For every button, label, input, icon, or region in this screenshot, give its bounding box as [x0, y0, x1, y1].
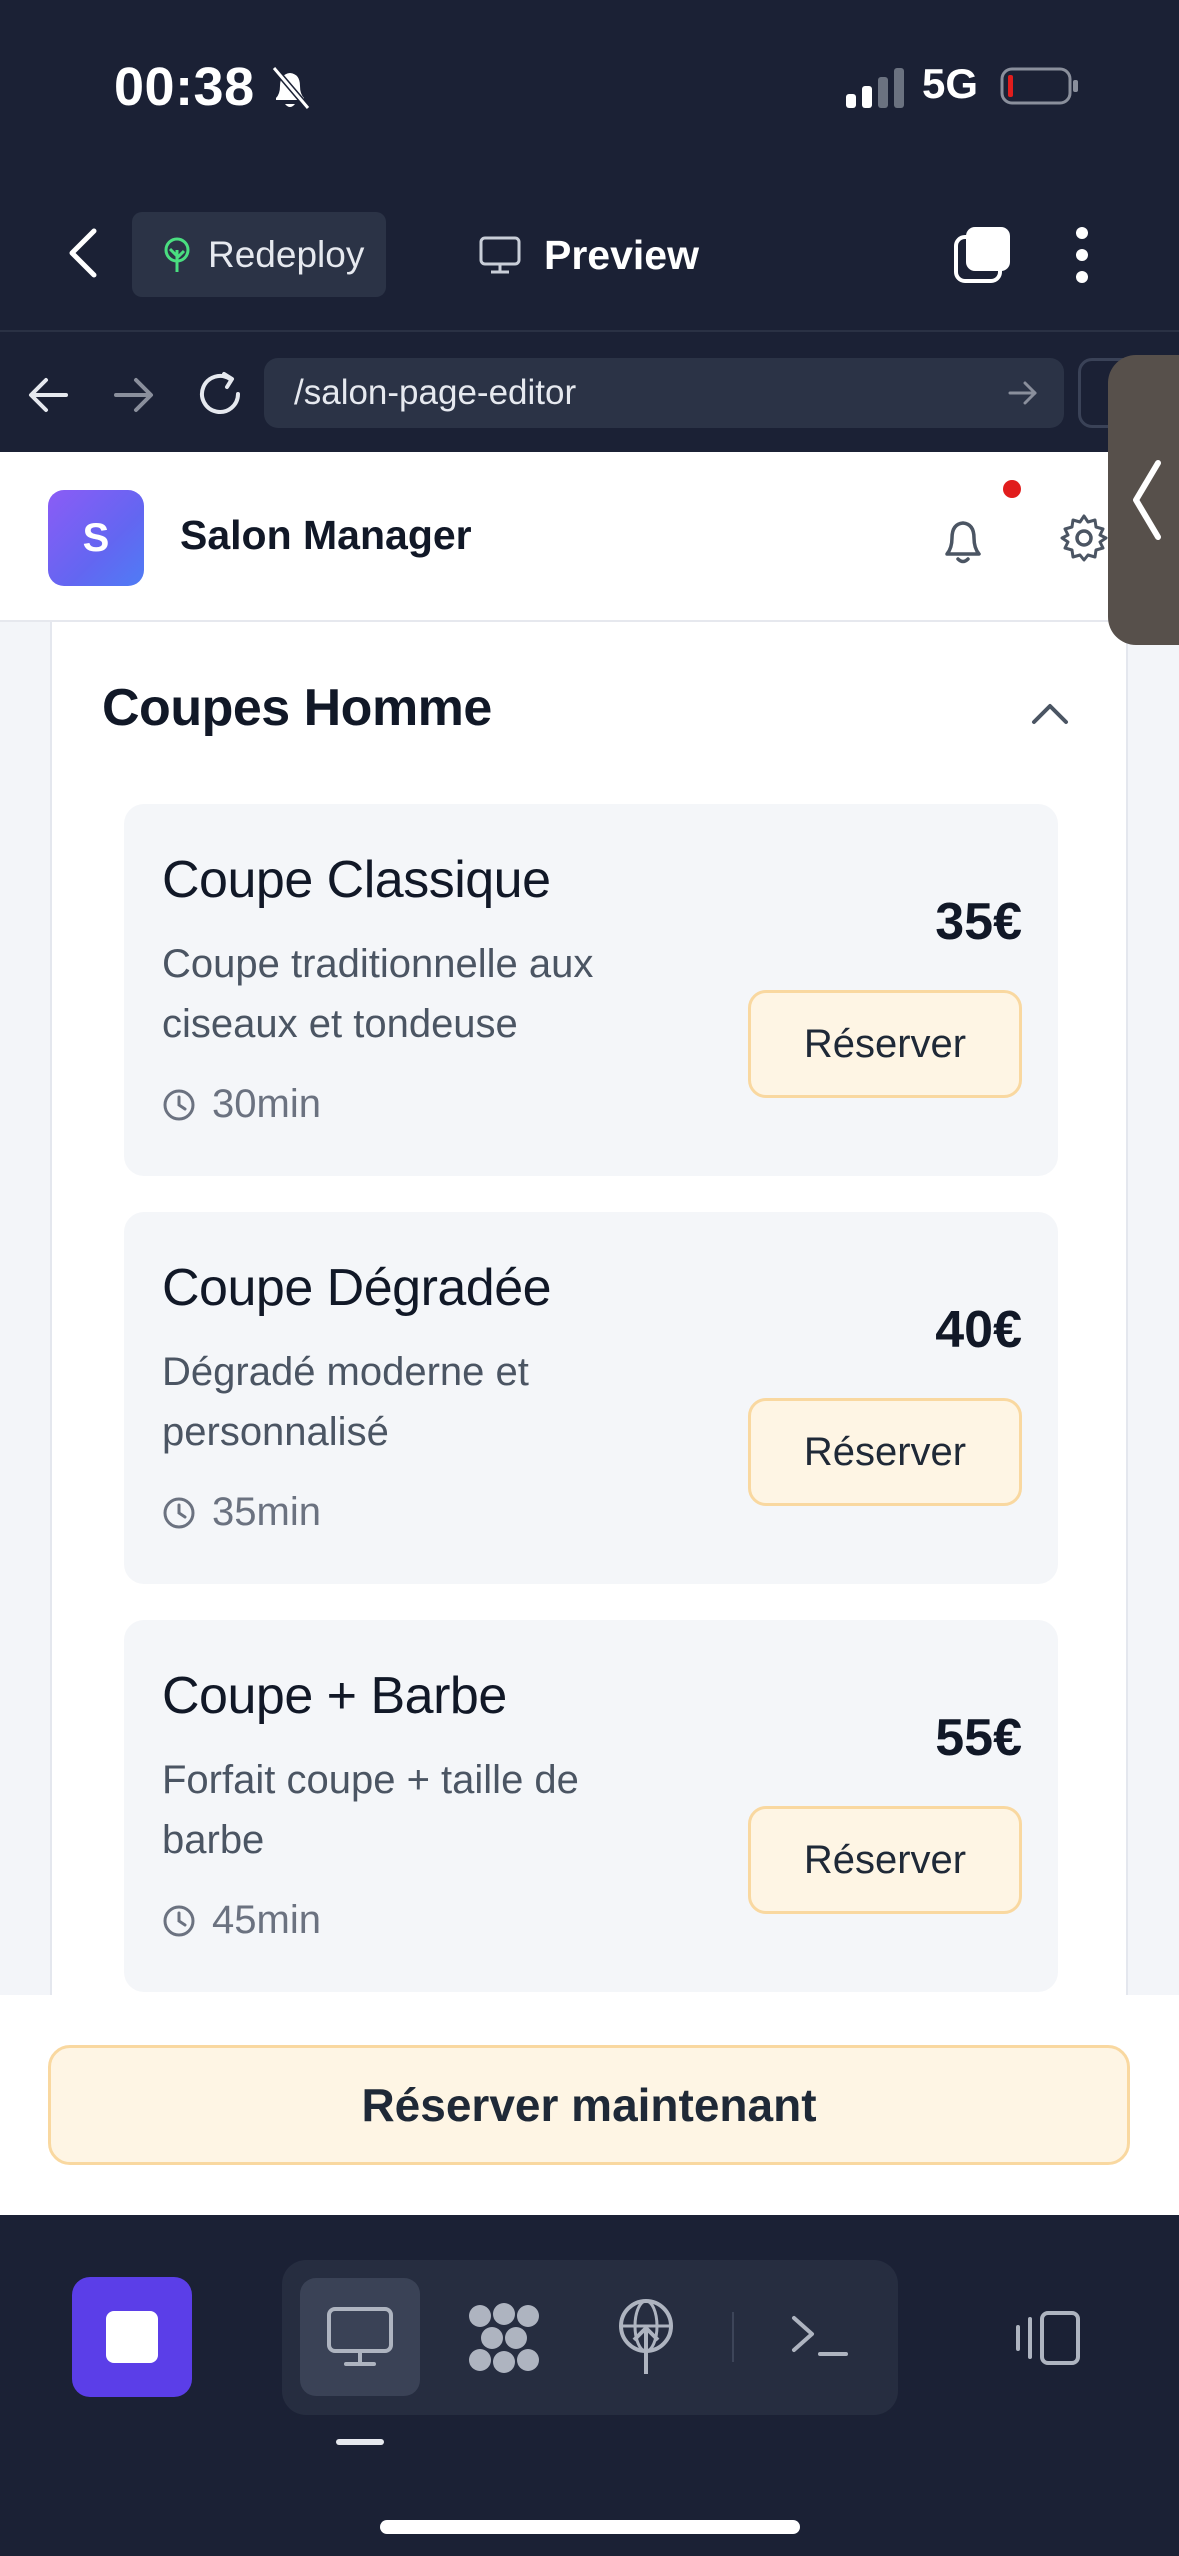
- signal-icon: [846, 68, 904, 108]
- service-section: Coupes Homme Coupe Classique Coupe tradi…: [50, 622, 1128, 2215]
- home-indicator: [380, 2520, 800, 2534]
- battery-icon: [1000, 67, 1078, 105]
- preview-tool-button[interactable]: [300, 2278, 420, 2396]
- clock-icon: [163, 1905, 195, 1936]
- tabs-icon[interactable]: [952, 223, 1014, 285]
- web-preview: Coupes Homme Coupe Classique Coupe tradi…: [0, 452, 1179, 2215]
- service-price: 35€: [935, 893, 1022, 951]
- browser-url-row: /salon-page-editor: [0, 330, 1179, 452]
- terminal-icon[interactable]: [790, 2314, 850, 2360]
- service-name: Coupe Classique: [162, 851, 551, 909]
- cta-bar: Réserver maintenant: [0, 1995, 1179, 2215]
- chevron-left-icon: [1133, 460, 1161, 540]
- clock-icon: [163, 1497, 195, 1528]
- more-vertical-icon[interactable]: [1072, 225, 1092, 285]
- bell-icon[interactable]: [938, 512, 988, 568]
- service-name: Coupe Dégradée: [162, 1259, 552, 1317]
- service-card: Coupe Classique Coupe traditionnelle aux…: [124, 804, 1058, 1176]
- tool-separator: [732, 2312, 734, 2362]
- arrow-right-icon[interactable]: [110, 374, 156, 416]
- service-duration: 30min: [162, 1082, 321, 1127]
- clock-icon: [163, 1089, 195, 1120]
- duration-text: 30min: [212, 1082, 321, 1126]
- service-card: Coupe Dégradée Dégradé moderne et person…: [124, 1212, 1058, 1584]
- notification-dot: [1003, 480, 1021, 498]
- site-header: S Salon Manager: [0, 452, 1179, 622]
- service-duration: 35min: [162, 1490, 321, 1535]
- url-text: /salon-page-editor: [294, 373, 577, 412]
- side-panel-icon[interactable]: [1012, 2309, 1082, 2367]
- tree-icon: [164, 237, 190, 272]
- url-go-icon[interactable]: [1008, 380, 1038, 406]
- service-price: 55€: [935, 1709, 1022, 1767]
- book-now-button[interactable]: Réserver maintenant: [48, 2045, 1130, 2165]
- service-description: Forfait coupe + taille de barbe: [162, 1758, 579, 1862]
- redeploy-label: Redeploy: [208, 233, 365, 275]
- tool-group: [282, 2260, 898, 2415]
- service-duration: 45min: [162, 1898, 321, 1943]
- service-price: 40€: [935, 1301, 1022, 1359]
- url-field[interactable]: /salon-page-editor: [264, 358, 1064, 428]
- service-description: Dégradé moderne et personnalisé: [162, 1350, 529, 1454]
- active-tab-indicator: [336, 2439, 384, 2445]
- globe-deploy-icon[interactable]: [614, 2296, 678, 2378]
- section-title: Coupes Homme: [102, 679, 492, 737]
- site-logo[interactable]: S: [48, 490, 144, 586]
- status-time: 00:38: [114, 57, 255, 117]
- duration-text: 45min: [212, 1898, 321, 1942]
- side-panel-handle[interactable]: [1108, 355, 1179, 645]
- chevron-up-icon[interactable]: [1028, 698, 1072, 726]
- chevron-left-icon[interactable]: [64, 225, 104, 281]
- stop-icon: [106, 2311, 158, 2363]
- reserve-button[interactable]: Réserver: [748, 1806, 1022, 1914]
- reload-icon[interactable]: [194, 368, 246, 420]
- reserve-button[interactable]: Réserver: [748, 990, 1022, 1098]
- network-type: 5G: [922, 60, 979, 107]
- bell-off-icon: [271, 66, 311, 110]
- gear-icon[interactable]: [1058, 512, 1110, 564]
- redeploy-button[interactable]: Redeploy: [132, 212, 386, 297]
- service-card: Coupe + Barbe Forfait coupe + taille de …: [124, 1620, 1058, 1992]
- bottom-dock: [0, 2215, 1179, 2556]
- duration-text: 35min: [212, 1490, 321, 1534]
- service-name: Coupe + Barbe: [162, 1667, 507, 1725]
- service-description: Coupe traditionnelle aux ciseaux et tond…: [162, 942, 594, 1046]
- arrow-left-icon[interactable]: [26, 374, 72, 416]
- site-name: Salon Manager: [180, 512, 472, 558]
- preview-tab[interactable]: Preview: [478, 225, 699, 285]
- status-bar: 00:38 5G: [0, 0, 1179, 175]
- reserve-button[interactable]: Réserver: [748, 1398, 1022, 1506]
- preview-label: Preview: [544, 231, 699, 278]
- app-toolbar: Redeploy Preview: [0, 175, 1179, 330]
- monitor-icon: [327, 2307, 393, 2366]
- cluster-icon[interactable]: [466, 2302, 542, 2374]
- stop-button[interactable]: [72, 2277, 192, 2397]
- monitor-icon: [479, 236, 521, 274]
